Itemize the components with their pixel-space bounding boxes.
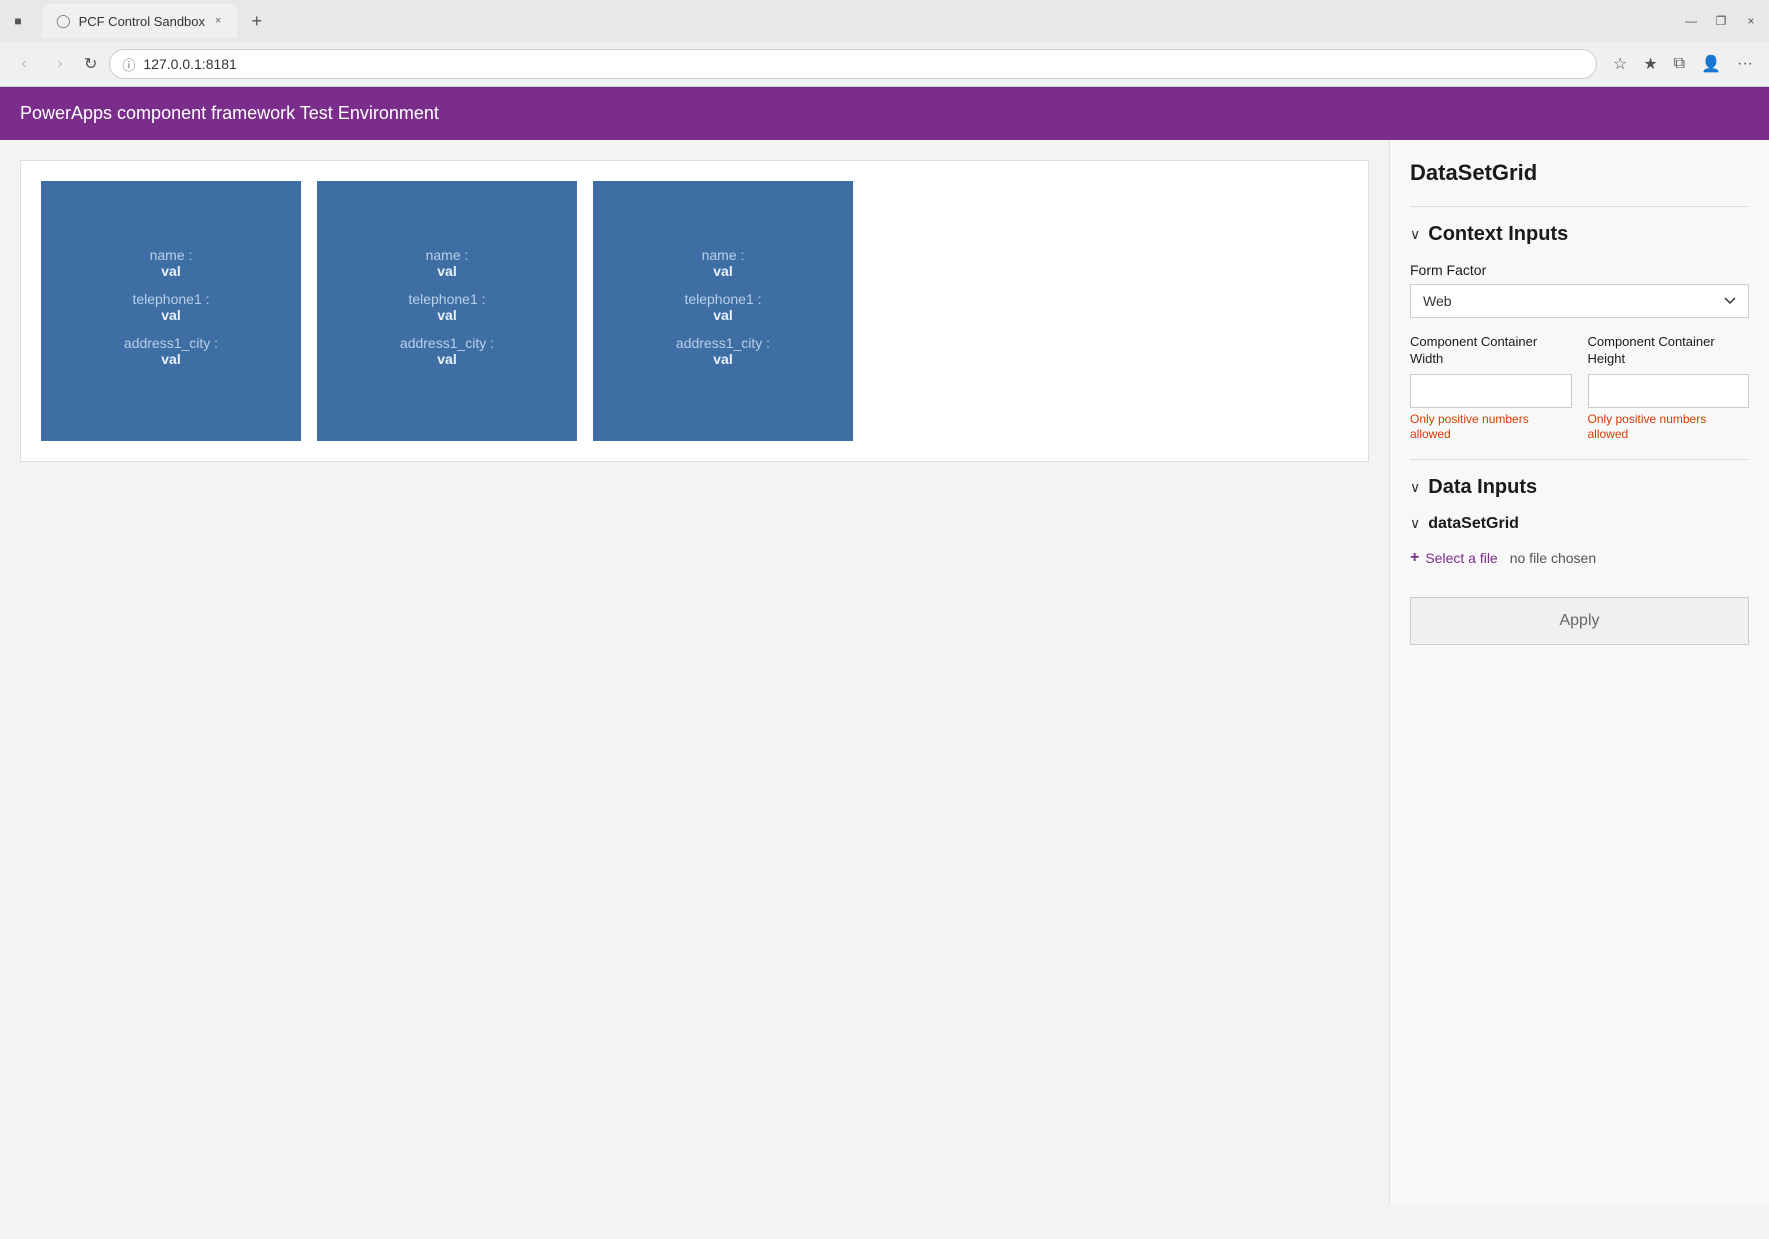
tab-title: PCF Control Sandbox [79,14,205,29]
name-label: name : [426,247,469,263]
card-name-row: name : val [702,247,745,279]
select-file-label: Select a file [1425,550,1497,566]
name-val: val [713,263,732,279]
info-icon: ⓘ [122,55,135,74]
content-area: name : val telephone1 : val address1_cit… [0,140,1389,1205]
context-inputs-heading: Context Inputs [1428,223,1568,246]
app-header: PowerApps component framework Test Envir… [0,87,1769,140]
name-val: val [161,263,180,279]
container-height-group: Component Container Height Only positive… [1588,334,1750,443]
file-select-row: + Select a file no file chosen [1410,549,1749,567]
dataset-grid-section-header[interactable]: ∨ dataSetGrid [1410,515,1749,533]
form-factor-select[interactable]: Web Tablet Phone [1410,284,1749,318]
data-card: name : val telephone1 : val address1_cit… [317,181,577,441]
form-factor-label: Form Factor [1410,262,1749,278]
name-val: val [437,263,456,279]
more-options-icon[interactable]: ··· [1733,51,1757,77]
container-height-label: Component Container Height [1588,334,1750,368]
new-tab-button[interactable]: + [241,8,272,34]
data-inputs-chevron-icon: ∨ [1410,479,1420,496]
browser-tab[interactable]: ◯ PCF Control Sandbox × [42,4,237,38]
telephone-label: telephone1 : [684,291,761,307]
favorites-collection-icon[interactable]: ★ [1639,50,1661,78]
window-controls: ■ [10,13,26,29]
reload-button[interactable]: ↻ [84,54,97,74]
app-title: PowerApps component framework Test Envir… [20,103,439,123]
browser-chrome: ■ ◯ PCF Control Sandbox × + — ❐ × ‹ › ↻ … [0,0,1769,87]
telephone-val: val [713,307,732,323]
card-telephone-row: telephone1 : val [684,291,761,323]
url-text: 127.0.0.1:8181 [143,56,1584,72]
address-label: address1_city : [400,335,494,351]
container-height-error: Only positive numbers allowed [1588,412,1750,443]
apply-button[interactable]: Apply [1410,597,1749,645]
tab-close-icon[interactable]: × [213,13,223,29]
container-height-input[interactable] [1588,374,1750,408]
container-width-label: Component Container Width [1410,334,1572,368]
main-layout: name : val telephone1 : val address1_cit… [0,140,1769,1205]
component-container: name : val telephone1 : val address1_cit… [20,160,1369,462]
profile-icon[interactable]: 👤 [1697,50,1725,78]
sidebar-toggle-icon[interactable]: ■ [10,13,26,29]
address-val: val [713,351,732,367]
card-address-row: address1_city : val [676,335,770,367]
telephone-label: telephone1 : [132,291,209,307]
tab-page-icon: ◯ [56,13,71,29]
back-button[interactable]: ‹ [12,51,36,77]
divider [1410,206,1749,207]
url-bar[interactable]: ⓘ 127.0.0.1:8181 [109,49,1597,79]
dataset-grid-heading: dataSetGrid [1428,515,1519,533]
context-inputs-section-header[interactable]: ∨ Context Inputs [1410,223,1749,246]
plus-icon: + [1410,549,1419,567]
address-val: val [437,351,456,367]
favorites-star-icon[interactable]: ☆ [1609,50,1631,78]
card-name-row: name : val [150,247,193,279]
window-close-button[interactable]: × [1743,13,1759,29]
browser-actions: ☆ ★ ⧉ 👤 ··· [1609,50,1757,78]
telephone-val: val [161,307,180,323]
card-telephone-row: telephone1 : val [408,291,485,323]
data-inputs-section: ∨ Data Inputs ∨ dataSetGrid + Select a f… [1410,476,1749,567]
collections-icon[interactable]: ⧉ [1670,51,1689,77]
address-label: address1_city : [124,335,218,351]
no-file-text: no file chosen [1510,550,1596,566]
address-bar: ‹ › ↻ ⓘ 127.0.0.1:8181 ☆ ★ ⧉ 👤 ··· [0,42,1769,86]
data-inputs-heading: Data Inputs [1428,476,1537,499]
name-label: name : [702,247,745,263]
data-card: name : val telephone1 : val address1_cit… [41,181,301,441]
container-width-error: Only positive numbers allowed [1410,412,1572,443]
card-telephone-row: telephone1 : val [132,291,209,323]
data-inputs-section-header[interactable]: ∨ Data Inputs [1410,476,1749,499]
forward-button[interactable]: › [48,51,72,77]
select-file-button[interactable]: + Select a file [1410,549,1498,567]
restore-button[interactable]: ❐ [1713,13,1729,29]
context-inputs-chevron-icon: ∨ [1410,226,1420,243]
dataset-grid-chevron-icon: ∨ [1410,515,1420,532]
sidebar: DataSetGrid ∨ Context Inputs Form Factor… [1389,140,1769,1205]
name-label: name : [150,247,193,263]
card-address-row: address1_city : val [124,335,218,367]
sidebar-title: DataSetGrid [1410,160,1749,186]
minimize-button[interactable]: — [1683,13,1699,29]
container-dimensions: Component Container Width Only positive … [1410,334,1749,443]
container-width-group: Component Container Width Only positive … [1410,334,1572,443]
card-name-row: name : val [426,247,469,279]
data-card: name : val telephone1 : val address1_cit… [593,181,853,441]
container-width-input[interactable] [1410,374,1572,408]
address-val: val [161,351,180,367]
telephone-label: telephone1 : [408,291,485,307]
address-label: address1_city : [676,335,770,351]
card-address-row: address1_city : val [400,335,494,367]
divider-2 [1410,459,1749,460]
telephone-val: val [437,307,456,323]
title-bar: ■ ◯ PCF Control Sandbox × + — ❐ × [0,0,1769,42]
